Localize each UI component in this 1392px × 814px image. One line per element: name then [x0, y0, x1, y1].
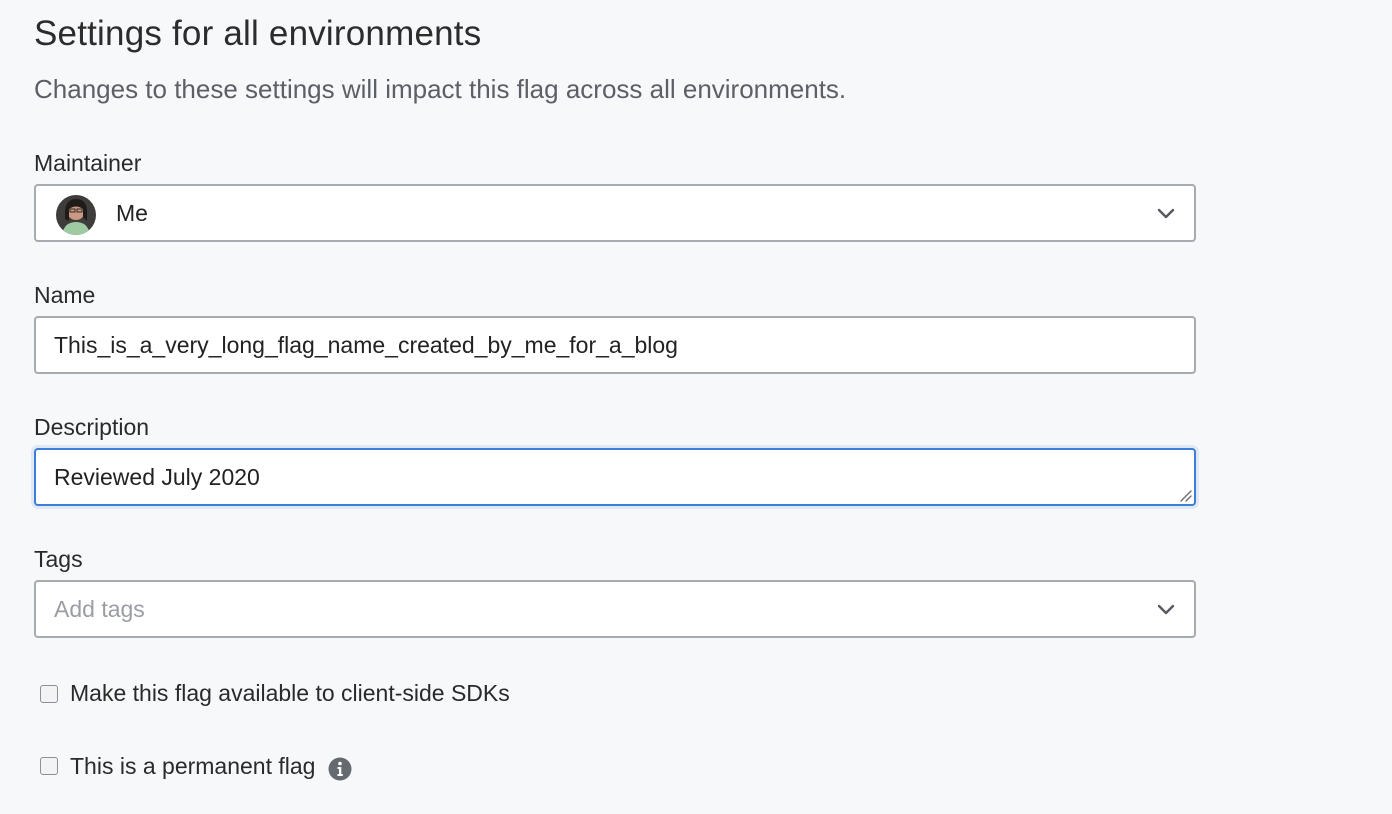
maintainer-select[interactable]: Me [34, 184, 1196, 242]
permanent-label[interactable]: This is a permanent flag [70, 753, 315, 780]
page-subtitle: Changes to these settings will impact th… [34, 74, 847, 104]
chevron-down-icon[interactable] [1156, 203, 1176, 223]
client-side-option: Make this flag available to client-side … [40, 680, 510, 707]
page-title: Settings for all environments [34, 14, 482, 53]
info-icon[interactable] [328, 757, 352, 781]
maintainer-value: Me [116, 200, 148, 226]
description-value: Reviewed July 2020 [54, 464, 260, 490]
description-textarea[interactable]: Reviewed July 2020 [34, 448, 1196, 506]
resize-handle-icon[interactable] [1178, 488, 1192, 502]
permanent-checkbox[interactable] [40, 757, 58, 775]
client-side-checkbox[interactable] [40, 684, 58, 703]
tags-placeholder: Add tags [54, 596, 145, 622]
permanent-option: This is a permanent flag [40, 751, 352, 781]
description-label: Description [34, 414, 150, 440]
maintainer-label: Maintainer [34, 150, 142, 176]
chevron-down-icon[interactable] [1156, 599, 1176, 619]
name-label: Name [34, 282, 96, 308]
avatar [56, 195, 96, 235]
tags-select[interactable]: Add tags [34, 580, 1196, 638]
tags-label: Tags [34, 546, 83, 572]
settings-page: Settings for all environments Changes to… [0, 0, 1392, 814]
name-value: This_is_a_very_long_flag_name_created_by… [54, 332, 678, 358]
client-side-label[interactable]: Make this flag available to client-side … [70, 680, 510, 707]
name-input[interactable]: This_is_a_very_long_flag_name_created_by… [34, 316, 1196, 374]
